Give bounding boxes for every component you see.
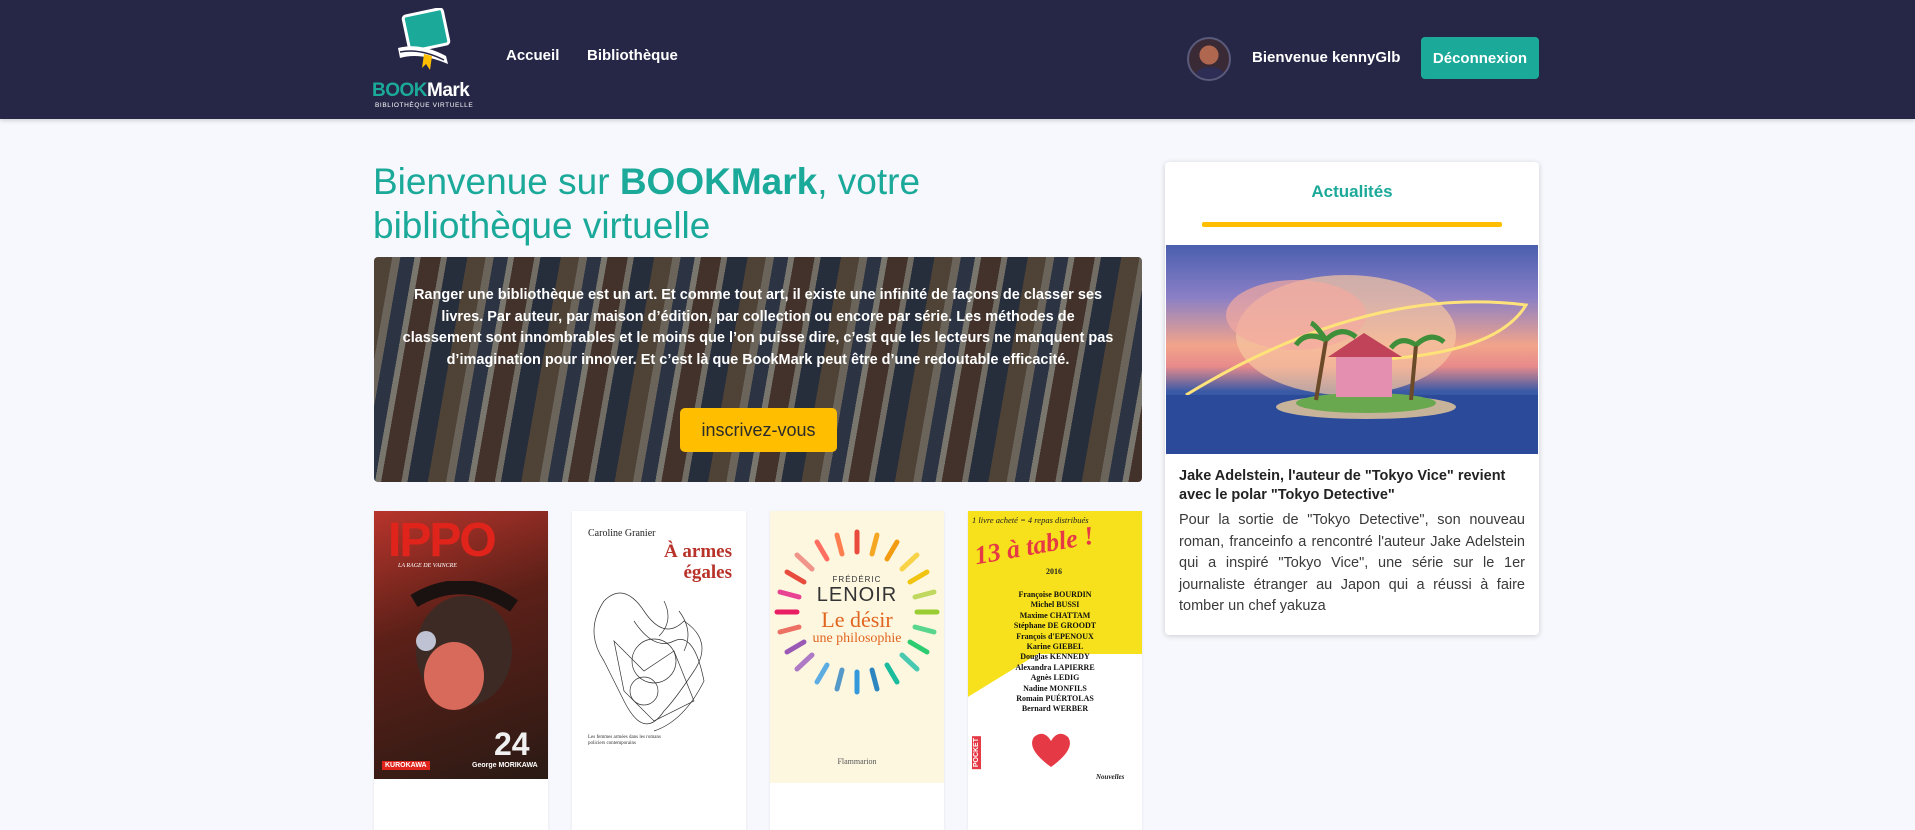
book-card[interactable]: IPPO LA RAGE DE VAINCRE 24 KUROKAWA Geor… [374, 511, 548, 830]
book-card[interactable]: 1 livre acheté = 4 repas distribués 13 à… [968, 511, 1142, 830]
brand-name: BOOKMark [372, 80, 470, 101]
news-headline[interactable]: Jake Adelstein, l'auteur de "Tokyo Vice"… [1179, 467, 1525, 504]
book-card[interactable]: Caroline Granier À armes égales Les femm… [572, 511, 746, 830]
book-cover: IPPO LA RAGE DE VAINCRE 24 KUROKAWA Geor… [374, 511, 548, 779]
book-logo-icon [398, 8, 451, 70]
news-heading: Actualités [1311, 182, 1393, 201]
brand-logo[interactable]: BOOKMark BIBLIOTHÈQUE VIRTUELLE [372, 8, 476, 112]
hero-description: Ranger une bibliothèque est un art. Et c… [402, 287, 1114, 368]
news-image[interactable] [1166, 245, 1538, 454]
author-list: Françoise BOURDIN Michel BUSSI Maxime CHAT… [1013, 590, 1097, 714]
nav-link-home[interactable]: Accueil [506, 47, 559, 64]
signup-button[interactable]: inscrivez-vous [680, 408, 837, 452]
welcome-user-text: Bienvenue kennyGlb [1252, 49, 1401, 66]
news-card: Actualités Jake Adelstein, l'auteur de "… [1165, 162, 1539, 635]
nav-link-library[interactable]: Bibliothèque [587, 47, 678, 64]
brand-tagline: BIBLIOTHÈQUE VIRTUELLE [375, 102, 474, 109]
book-cover: 1 livre acheté = 4 repas distribués 13 à… [968, 511, 1142, 797]
avatar[interactable] [1187, 37, 1231, 81]
news-body: Pour la sortie de "Tokyo Detective", son… [1179, 512, 1525, 614]
book-cover: Caroline Granier À armes égales Les femm… [572, 511, 746, 779]
book-cover: FRÉDÉRIC LENOIR Le désir une philosophie… [770, 511, 944, 783]
page-title: Bienvenue sur BOOKMark, votre bibliothèq… [373, 161, 921, 246]
logout-button[interactable]: Déconnexion [1421, 37, 1539, 79]
navbar: BOOKMark BIBLIOTHÈQUE VIRTUELLE Accueil … [0, 0, 1915, 119]
book-card[interactable]: FRÉDÉRIC LENOIR Le désir une philosophie… [770, 511, 944, 830]
hero-banner: Ranger une bibliothèque est un art. Et c… [374, 257, 1142, 482]
news-heading-underline [1202, 222, 1502, 227]
